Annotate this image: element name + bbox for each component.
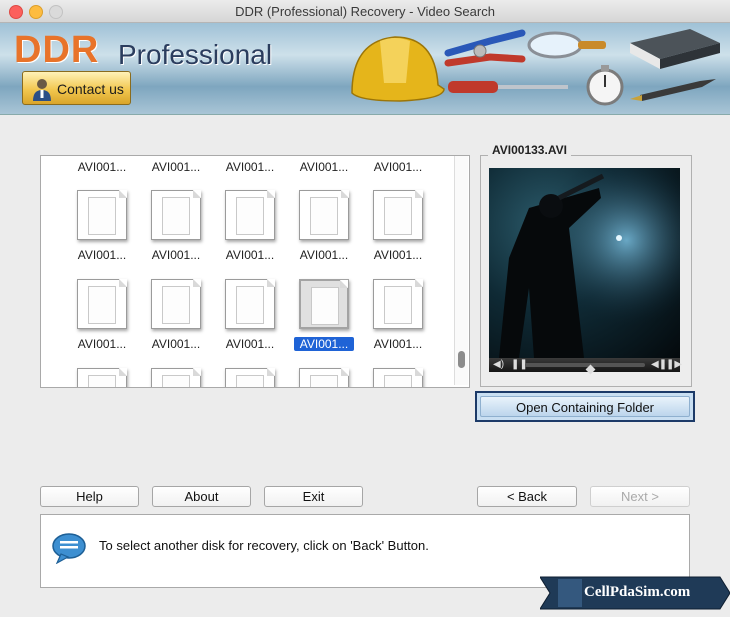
file-item[interactable]: AVI001... [220,279,280,359]
file-item[interactable] [146,368,206,387]
video-file-icon[interactable] [299,190,349,240]
file-name[interactable]: AVI001... [368,337,428,351]
scrollbar-thumb[interactable] [458,351,465,368]
file-name[interactable]: AVI001... [220,248,280,262]
file-item[interactable]: AVI001... [72,190,132,270]
file-name[interactable]: AVI001... [72,160,132,174]
video-file-icon[interactable] [77,368,127,387]
magnifier-icon [527,31,606,59]
video-file-icon[interactable] [299,279,349,329]
speech-bubble-icon [52,533,86,564]
file-item[interactable]: AVI001... [368,279,428,359]
pliers-icon [444,29,526,67]
contact-us-button[interactable]: Contact us [22,71,131,105]
title-bar: DDR (Professional) Recovery - Video Sear… [0,0,730,23]
video-file-icon[interactable] [373,279,423,329]
next-button: Next > [590,486,690,507]
person-icon [33,79,51,101]
watermark-badge: CellPdaSim.com [539,575,730,611]
file-name[interactable]: AVI001... [294,160,354,174]
file-item[interactable]: AVI001... [294,279,354,359]
video-file-icon[interactable] [225,368,275,387]
screwdriver-icon [448,81,568,93]
watermark-text: CellPdaSim.com [584,584,691,600]
video-frame-image [489,168,680,358]
preview-title: AVI00133.AVI [488,143,571,157]
file-name[interactable]: AVI001... [146,248,206,262]
exit-button[interactable]: Exit [264,486,363,507]
video-controls: ◀) ❚❚ ◀❚ ❚▶ [489,358,682,375]
video-file-icon[interactable] [225,279,275,329]
file-item[interactable] [294,368,354,387]
video-file-icon[interactable] [373,368,423,387]
header-banner: DDR Professional Contact us [0,23,730,115]
video-file-icon[interactable] [299,368,349,387]
file-item[interactable]: AVI001... [146,190,206,270]
tools-illustration [351,29,720,106]
back-button[interactable]: < Back [477,486,577,507]
file-item[interactable]: AVI001... [146,279,206,359]
file-name[interactable]: AVI001... [72,248,132,262]
volume-icon[interactable]: ◀) [493,359,504,370]
video-file-icon[interactable] [77,279,127,329]
video-file-icon[interactable] [373,190,423,240]
file-item[interactable] [72,368,132,387]
file-name[interactable]: AVI001... [146,160,206,174]
video-file-icon[interactable] [151,368,201,387]
file-item[interactable]: AVI001... [220,190,280,270]
video-file-icon[interactable] [225,190,275,240]
rewind-icon[interactable]: ◀❚ [651,359,667,370]
seek-bar[interactable] [525,363,645,375]
forward-icon[interactable]: ❚▶ [666,359,682,370]
file-name[interactable]: AVI001... [368,248,428,262]
status-message: To select another disk for recovery, cli… [99,538,429,553]
stopwatch-icon [586,65,624,106]
video-file-icon[interactable] [77,190,127,240]
file-name[interactable]: AVI001... [294,337,354,351]
video-file-icon[interactable] [151,190,201,240]
hard-hat-icon [351,36,445,102]
open-folder-label: Open Containing Folder [480,396,690,417]
window-title: DDR (Professional) Recovery - Video Sear… [235,4,495,19]
file-name[interactable]: AVI001... [368,160,428,174]
product-name: Professional [118,39,273,70]
file-name[interactable]: AVI001... [72,337,132,351]
pen-icon [630,79,716,101]
file-item[interactable]: AVI001... [72,279,132,359]
file-item[interactable] [368,368,428,387]
file-name[interactable]: AVI001... [146,337,206,351]
open-folder-button[interactable]: Open Containing Folder [475,391,695,422]
contact-us-label: Contact us [57,81,124,97]
file-name[interactable]: AVI001... [220,337,280,351]
help-button[interactable]: Help [40,486,139,507]
about-button[interactable]: About [152,486,251,507]
file-item[interactable]: AVI001... [368,190,428,270]
file-item[interactable] [220,368,280,387]
video-preview[interactable] [489,168,680,358]
book-icon [630,29,720,69]
file-name[interactable]: AVI001... [220,160,280,174]
file-grid[interactable]: AVI001... AVI001... AVI001... AVI001... AVI0… [40,155,470,388]
brand-logo: DDR [14,29,100,71]
video-file-icon[interactable] [151,279,201,329]
file-grid-scrollbar[interactable] [454,156,468,385]
file-item[interactable]: AVI001... [294,190,354,270]
file-name[interactable]: AVI001... [294,248,354,262]
